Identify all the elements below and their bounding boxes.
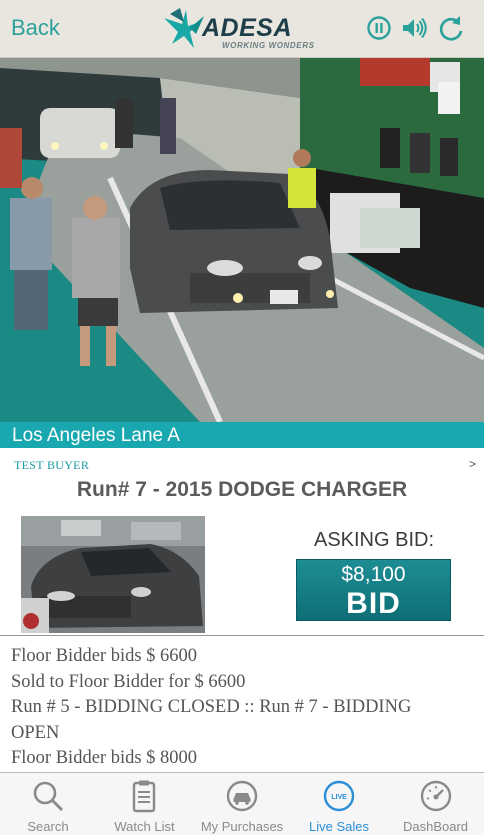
vehicle-photo[interactable] (21, 516, 205, 633)
gauge-icon (420, 780, 452, 812)
tab-label: Search (27, 819, 69, 834)
tab-label: My Purchases (200, 819, 284, 834)
bid-label: BID (346, 587, 401, 620)
back-button[interactable]: Back (11, 15, 60, 41)
adesa-logo: ADESA WORKING WONDERS (160, 4, 330, 54)
live-icon-text: LIVE (331, 794, 347, 801)
auction-lane-image (0, 58, 484, 422)
search-icon (33, 781, 64, 812)
chevron-right-icon[interactable]: > (469, 457, 476, 471)
asking-bid-label: ASKING BID: (313, 529, 435, 551)
logo-tagline: WORKING WONDERS (222, 41, 315, 50)
bid-button[interactable]: $8,100 BID (296, 559, 451, 621)
car-icon (226, 780, 258, 812)
tab-my-purchases[interactable]: My Purchases (193, 773, 291, 835)
app-header: Back ADESA WORKING WONDERS (0, 0, 484, 58)
log-entry: Run # 5 - BIDDING CLOSED :: Run # 7 - BI… (11, 697, 412, 717)
clipboard-icon (132, 780, 156, 813)
log-entry: Floor Bidder bids $ 6600 (11, 646, 198, 666)
refresh-icon[interactable] (438, 15, 466, 43)
tab-label: Live Sales (309, 819, 369, 834)
log-entry: Floor Bidder bids $ 8000 (11, 748, 198, 768)
tab-dashboard[interactable]: DashBoard (387, 773, 484, 835)
buyer-name[interactable]: TEST BUYER (14, 458, 89, 473)
logo-wordmark: ADESA (202, 14, 293, 42)
tab-live-sales[interactable]: LIVE Live Sales (291, 773, 387, 835)
tab-label: DashBoard (402, 819, 469, 834)
pause-icon[interactable] (366, 15, 394, 43)
tab-label: Watch List (114, 819, 175, 834)
live-icon: LIVE (323, 780, 355, 812)
bid-amount: $8,100 (341, 563, 406, 586)
vehicle-photo-image (21, 516, 205, 633)
tab-bar: Search Watch List My Purchases LIVE Live… (0, 772, 484, 835)
tab-search[interactable]: Search (0, 773, 96, 835)
run-title: Run# 7 - 2015 DODGE CHARGER (76, 478, 408, 501)
bidding-log[interactable]: Floor Bidder bids $ 6600 Sold to Floor B… (0, 635, 484, 772)
speaker-icon[interactable] (400, 15, 428, 43)
lane-banner: Los Angeles Lane A (0, 422, 484, 448)
lane-label: Los Angeles Lane A (12, 425, 180, 446)
tab-watch-list[interactable]: Watch List (96, 773, 193, 835)
log-entry: OPEN (11, 722, 60, 743)
live-video-feed[interactable] (0, 58, 484, 422)
log-entry: Sold to Floor Bidder for $ 6600 (11, 671, 246, 692)
